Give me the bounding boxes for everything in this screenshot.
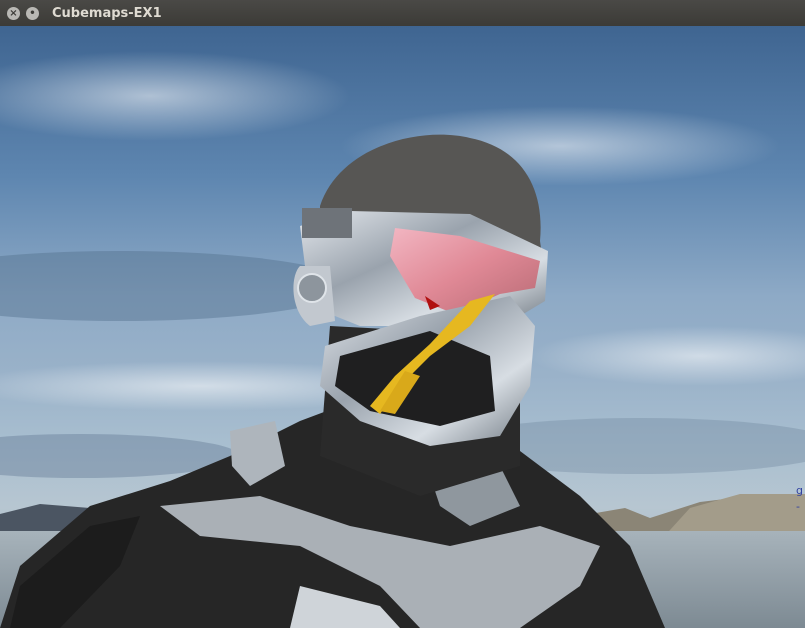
scene-canvas: [0, 51, 805, 628]
app-window: × • Cubemaps-EX1 g -: [0, 0, 805, 628]
side-mark: g: [796, 484, 803, 497]
side-mark: -: [796, 500, 800, 513]
window-titlebar[interactable]: × • Cubemaps-EX1: [0, 0, 805, 26]
render-viewport[interactable]: g -: [0, 26, 805, 628]
minimize-icon[interactable]: •: [26, 6, 39, 20]
window-title: Cubemaps-EX1: [52, 5, 162, 21]
close-icon[interactable]: ×: [7, 6, 20, 20]
